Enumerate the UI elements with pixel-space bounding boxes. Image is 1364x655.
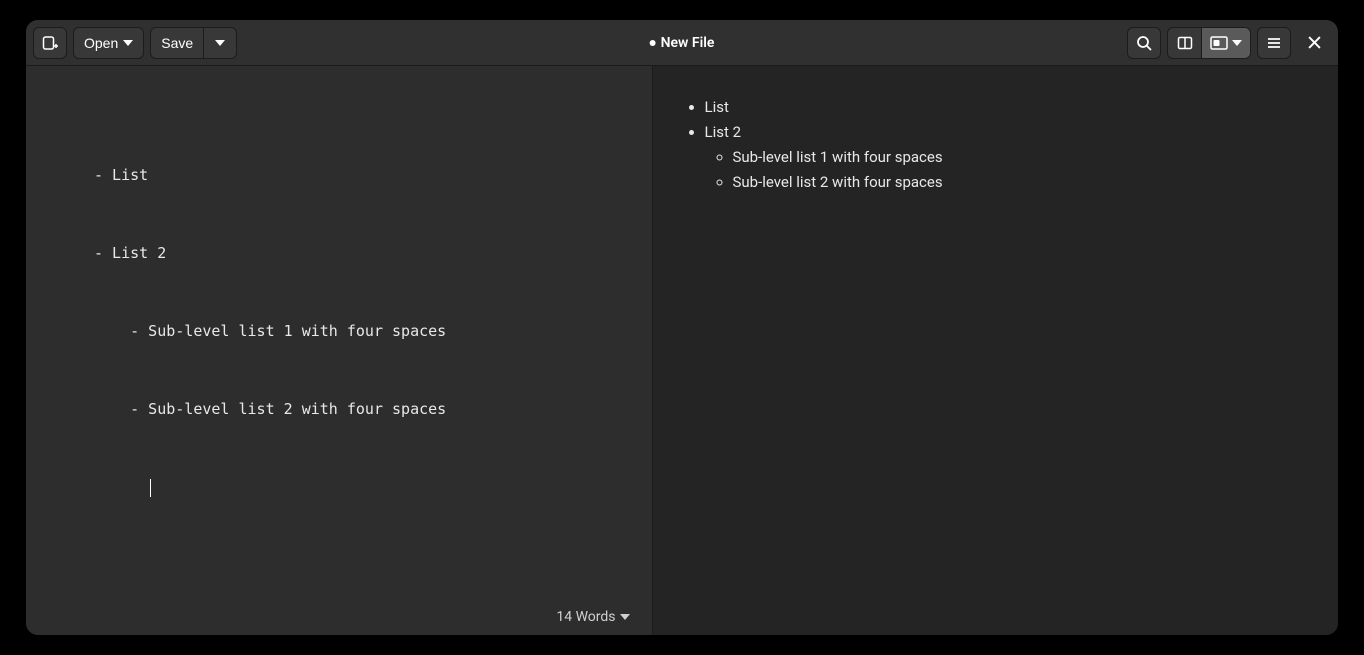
list-item: List xyxy=(705,95,1309,119)
editor-line: - List 2 xyxy=(94,240,624,266)
list-item-text: Sub-level list 2 with four spaces xyxy=(733,173,943,191)
file-title: New File xyxy=(661,35,715,51)
editor-line: - Sub-level list 2 with four spaces xyxy=(94,396,624,422)
titlebar-left: Open Save xyxy=(33,27,237,59)
save-button-group: Save xyxy=(150,27,237,59)
editor-mode-icon xyxy=(1210,36,1228,50)
chevron-down-icon[interactable] xyxy=(620,614,630,620)
modified-indicator-icon xyxy=(650,40,656,46)
editor-line: - Sub-level list 1 with four spaces xyxy=(94,318,624,344)
search-icon xyxy=(1136,35,1152,51)
status-bar: 14 Words xyxy=(26,605,652,635)
list-item-text: List xyxy=(705,98,729,116)
sidebar-toggle-button[interactable] xyxy=(1167,27,1201,59)
new-tab-button[interactable] xyxy=(33,27,67,59)
editor-pane: - List - List 2 - Sub-level list 1 with … xyxy=(26,66,653,635)
preview-list: List List 2 Sub-level list 1 with four s… xyxy=(683,95,1309,194)
window-title: New File xyxy=(650,35,715,51)
titlebar-right xyxy=(1127,27,1331,59)
chevron-down-icon xyxy=(123,40,133,46)
sidebar-icon xyxy=(1177,35,1193,51)
list-item: Sub-level list 1 with four spaces xyxy=(733,145,1309,169)
chevron-down-icon xyxy=(1232,40,1242,46)
save-menu-button[interactable] xyxy=(203,27,237,59)
open-button[interactable]: Open xyxy=(73,27,144,59)
view-mode-group xyxy=(1167,27,1251,59)
new-tab-icon xyxy=(42,35,58,51)
editor-line xyxy=(94,474,624,500)
content-area: - List - List 2 - Sub-level list 1 with … xyxy=(26,66,1338,635)
word-count[interactable]: 14 Words xyxy=(556,609,615,625)
close-icon xyxy=(1308,36,1321,49)
list-item: List 2 Sub-level list 1 with four spaces… xyxy=(705,120,1309,194)
editor-line: - List xyxy=(94,162,624,188)
hamburger-icon xyxy=(1266,35,1282,51)
open-label: Open xyxy=(84,35,118,51)
list-item-text: Sub-level list 1 with four spaces xyxy=(733,148,943,166)
app-window: Open Save New File xyxy=(26,20,1338,635)
chevron-down-icon xyxy=(215,40,225,46)
source-editor[interactable]: - List - List 2 - Sub-level list 1 with … xyxy=(26,66,652,605)
list-item: Sub-level list 2 with four spaces xyxy=(733,170,1309,194)
save-label: Save xyxy=(161,35,193,51)
close-button[interactable] xyxy=(1297,27,1331,59)
titlebar: Open Save New File xyxy=(26,20,1338,66)
preview-pane: List List 2 Sub-level list 1 with four s… xyxy=(653,66,1339,635)
preview-sublist: Sub-level list 1 with four spaces Sub-le… xyxy=(705,145,1309,194)
save-button[interactable]: Save xyxy=(150,27,203,59)
text-cursor-icon xyxy=(150,479,151,497)
editor-mode-button[interactable] xyxy=(1201,27,1251,59)
search-button[interactable] xyxy=(1127,27,1161,59)
menu-button[interactable] xyxy=(1257,27,1291,59)
list-item-text: List 2 xyxy=(705,123,742,141)
